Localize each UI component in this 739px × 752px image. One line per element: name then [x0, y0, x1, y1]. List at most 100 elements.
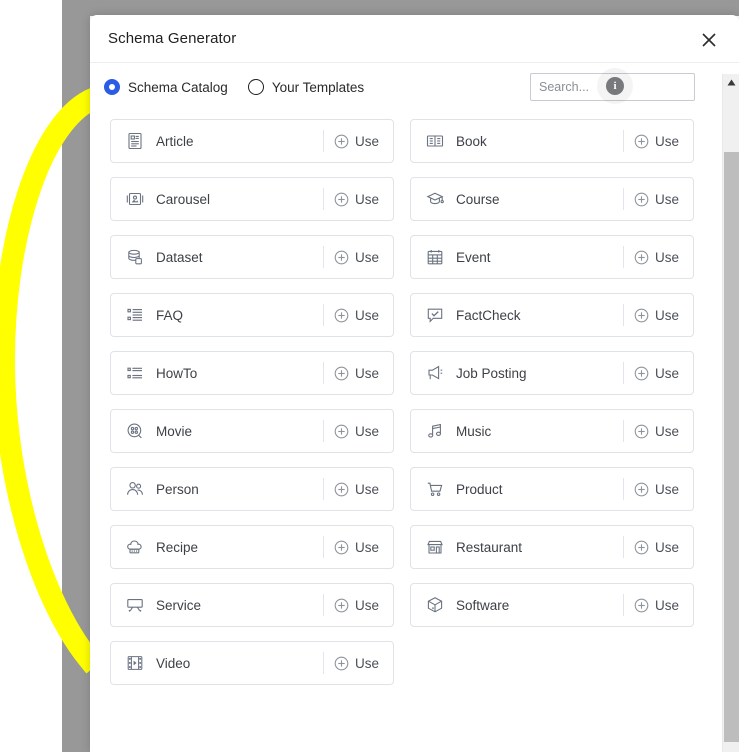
card-divider	[622, 594, 624, 616]
dataset-icon	[124, 246, 146, 268]
schema-card[interactable]: Software Use	[410, 583, 694, 627]
schema-card-label: Restaurant	[456, 539, 523, 555]
source-radio-group: Schema Catalog Your Templates	[104, 79, 384, 95]
modal-backdrop-left[interactable]	[62, 0, 90, 752]
card-divider	[322, 130, 324, 152]
use-button-label: Use	[654, 365, 679, 381]
vertical-scrollbar[interactable]	[722, 74, 739, 752]
schema-card[interactable]: Event Use	[410, 235, 694, 279]
card-divider	[322, 594, 324, 616]
info-icon: i	[606, 77, 624, 95]
schema-card-label: Job Posting	[456, 365, 527, 381]
use-button-label: Use	[354, 191, 379, 207]
use-button[interactable]: Use	[634, 598, 679, 613]
schema-card-label: Recipe	[156, 539, 199, 555]
schema-card-label: Carousel	[156, 191, 211, 207]
use-button-label: Use	[354, 249, 379, 265]
radio-schema-catalog-label: Schema Catalog	[128, 79, 228, 95]
use-button[interactable]: Use	[334, 366, 379, 381]
use-button[interactable]: Use	[634, 192, 679, 207]
use-button[interactable]: Use	[634, 482, 679, 497]
schema-card[interactable]: Dataset Use	[110, 235, 394, 279]
use-button[interactable]: Use	[634, 366, 679, 381]
use-button-label: Use	[354, 597, 379, 613]
schema-card[interactable]: Course Use	[410, 177, 694, 221]
use-button[interactable]: Use	[634, 250, 679, 265]
card-divider	[322, 362, 324, 384]
use-button[interactable]: Use	[334, 482, 379, 497]
use-button[interactable]: Use	[334, 250, 379, 265]
plus-circle-icon	[334, 134, 349, 149]
use-button[interactable]: Use	[634, 424, 679, 439]
use-button-label: Use	[354, 481, 379, 497]
schema-generator-dialog: Schema Generator Schema Catalog Your Tem…	[90, 15, 739, 752]
use-button-label: Use	[354, 307, 379, 323]
schema-card[interactable]: Movie Use	[110, 409, 394, 453]
card-divider	[622, 246, 624, 268]
plus-circle-icon	[634, 308, 649, 323]
plus-circle-icon	[334, 656, 349, 671]
radio-your-templates[interactable]: Your Templates	[247, 79, 364, 95]
schema-card[interactable]: Article Use	[110, 119, 394, 163]
use-button[interactable]: Use	[334, 656, 379, 671]
use-button[interactable]: Use	[334, 308, 379, 323]
use-button-label: Use	[654, 307, 679, 323]
schema-card[interactable]: Restaurant Use	[410, 525, 694, 569]
schema-card[interactable]: Job Posting Use	[410, 351, 694, 395]
schema-card-label: Service	[156, 597, 202, 613]
schema-card-label: Product	[456, 481, 503, 497]
schema-card[interactable]: HowTo Use	[110, 351, 394, 395]
use-button[interactable]: Use	[334, 424, 379, 439]
schema-card-label: Music	[456, 423, 492, 439]
modal-backdrop-top[interactable]	[62, 0, 739, 16]
use-button[interactable]: Use	[334, 540, 379, 555]
card-divider	[622, 188, 624, 210]
course-icon	[424, 188, 446, 210]
use-button-label: Use	[654, 597, 679, 613]
use-button[interactable]: Use	[334, 598, 379, 613]
use-button-label: Use	[354, 365, 379, 381]
use-button-label: Use	[354, 539, 379, 555]
card-divider	[622, 420, 624, 442]
use-button-label: Use	[654, 133, 679, 149]
use-button-label: Use	[654, 191, 679, 207]
plus-circle-icon	[634, 192, 649, 207]
schema-card[interactable]: Music Use	[410, 409, 694, 453]
use-button[interactable]: Use	[334, 192, 379, 207]
plus-circle-icon	[634, 250, 649, 265]
video-icon	[124, 652, 146, 674]
schema-card-label: Movie	[156, 423, 193, 439]
schema-card-label: Software	[456, 597, 510, 613]
schema-card[interactable]: FAQ Use	[110, 293, 394, 337]
plus-circle-icon	[334, 308, 349, 323]
info-badge[interactable]: i	[597, 68, 633, 104]
schema-card-label: Article	[156, 133, 194, 149]
use-button[interactable]: Use	[334, 134, 379, 149]
use-button-label: Use	[654, 249, 679, 265]
use-button[interactable]: Use	[634, 308, 679, 323]
schema-card-label: FAQ	[156, 307, 184, 323]
schema-card-label: Course	[456, 191, 500, 207]
schema-card[interactable]: Recipe Use	[110, 525, 394, 569]
schema-card-label: Dataset	[156, 249, 203, 265]
schema-card[interactable]: Carousel Use	[110, 177, 394, 221]
schema-card[interactable]: Product Use	[410, 467, 694, 511]
card-divider	[322, 304, 324, 326]
schema-card[interactable]: Book Use	[410, 119, 694, 163]
schema-card[interactable]: Person Use	[110, 467, 394, 511]
schema-card[interactable]: Video Use	[110, 641, 394, 685]
movie-icon	[124, 420, 146, 442]
radio-schema-catalog[interactable]: Schema Catalog	[104, 79, 228, 95]
use-button[interactable]: Use	[634, 134, 679, 149]
card-divider	[622, 478, 624, 500]
faq-icon	[124, 304, 146, 326]
schema-card-label: Video	[156, 655, 191, 671]
scrollbar-thumb[interactable]	[724, 152, 739, 742]
use-button[interactable]: Use	[634, 540, 679, 555]
use-button-label: Use	[354, 133, 379, 149]
schema-card[interactable]: Service Use	[110, 583, 394, 627]
scroll-up-arrow-icon[interactable]	[723, 74, 739, 91]
close-icon[interactable]	[697, 28, 721, 52]
plus-circle-icon	[634, 540, 649, 555]
schema-card[interactable]: FactCheck Use	[410, 293, 694, 337]
